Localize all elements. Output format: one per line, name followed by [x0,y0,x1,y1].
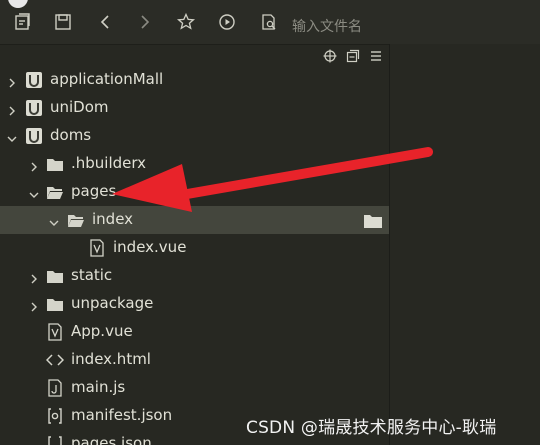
open-folder-icon[interactable] [364,213,382,228]
tree-item-label: doms [50,126,92,144]
tree-item-unpackage[interactable]: unpackage [0,290,389,318]
tree-item-label: uniDom [50,98,109,116]
editor-area[interactable] [390,44,540,445]
tree-item-hbuilderx[interactable]: .hbuilderx [0,150,389,178]
toolbar: 输入文件名 [0,0,540,45]
tree-item-label: applicationMall [50,70,164,88]
search-file-icon[interactable] [259,12,279,32]
forward-icon[interactable] [135,12,155,32]
star-icon[interactable] [176,12,196,32]
tree-item-label: main.js [71,378,126,396]
vue-file-icon [88,239,106,257]
collapse-all-icon[interactable] [346,48,360,63]
chevron-right-icon[interactable] [28,270,40,284]
file-history-icon[interactable] [13,12,33,32]
chevron-right-icon[interactable] [6,102,18,116]
tree-item-label: index [92,210,134,228]
tree-item-static[interactable]: static [0,262,389,290]
js-file-icon [46,379,64,397]
tree-item-label: index.html [71,350,151,368]
tree-item-label: .hbuilderx [71,154,147,172]
tree-item-index-folder[interactable]: index [0,206,389,234]
back-icon[interactable] [95,12,115,32]
tree-item-unidom[interactable]: uniDom [0,94,389,122]
folder-icon [46,295,64,313]
tree-item-index-vue[interactable]: index.vue [0,234,389,262]
menu-icon[interactable] [369,48,383,62]
chevron-right-icon[interactable] [6,74,18,88]
tree-item-applicationmall[interactable]: applicationMall [0,66,389,94]
hbuilderx-window: 输入文件名 applicationMall uniDom doms .hbuil… [0,0,540,445]
project-icon [25,71,43,89]
tree-item-label: static [71,266,113,284]
locate-icon[interactable] [323,48,337,63]
watermark: CSDN @瑞晟技术服务中心-耿瑞 [246,418,497,438]
tree-item-index-html[interactable]: index.html [0,346,389,374]
run-icon[interactable] [217,12,237,32]
folder-open-icon [46,183,64,201]
folder-icon [46,267,64,285]
project-icon [25,127,43,145]
json-file-icon [46,435,64,445]
chevron-right-icon[interactable] [28,298,40,312]
chevron-down-icon[interactable] [6,130,18,142]
tree-item-pages[interactable]: pages [0,178,389,206]
tree-item-label: pages.json [71,434,152,445]
tree-item-main-js[interactable]: main.js [0,374,389,402]
tree-item-label: unpackage [71,294,154,312]
app-logo [8,0,28,8]
save-icon[interactable] [53,12,73,32]
chevron-right-icon[interactable] [28,158,40,172]
tree-item-label: App.vue [71,322,133,340]
json-file-icon [46,407,64,425]
search-input[interactable]: 输入文件名 [292,16,362,36]
tree-item-label: index.vue [113,238,187,256]
chevron-down-icon[interactable] [48,214,60,226]
folder-icon [46,155,64,173]
tree-item-label: pages [71,182,117,200]
tree-item-doms[interactable]: doms [0,122,389,150]
folder-open-icon [67,211,85,229]
tree-item-app-vue[interactable]: App.vue [0,318,389,346]
html-file-icon [45,351,65,369]
chevron-down-icon[interactable] [28,186,40,198]
vue-file-icon [46,323,64,341]
project-icon [25,99,43,117]
tree-item-label: manifest.json [71,406,173,424]
